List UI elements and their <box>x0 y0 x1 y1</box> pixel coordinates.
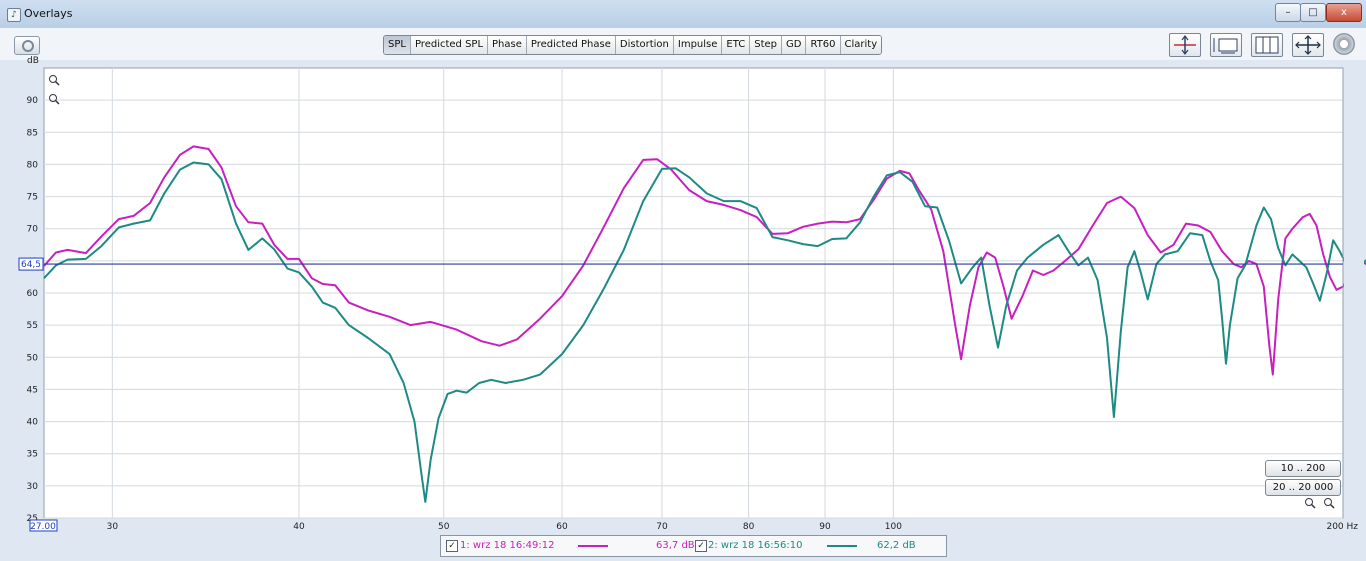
x-tick-label: 80 <box>743 522 755 532</box>
y-tick-label: 80 <box>27 160 39 170</box>
y-tick-label: 85 <box>27 128 38 138</box>
y-tick-label: 30 <box>27 482 39 492</box>
series2-label: 2: wrz 18 16:56:10 <box>708 540 803 551</box>
x-tick-label: 70 <box>656 522 668 532</box>
series1-swatch <box>578 545 608 547</box>
x-end-label: 200 Hz <box>1326 522 1358 532</box>
series2-checkbox[interactable]: ✓ <box>695 540 707 552</box>
spl-chart[interactable]: 2530354045505560657075808590304050607080… <box>0 0 1366 561</box>
y-tick-label: 75 <box>27 193 38 203</box>
y-tick-label: 35 <box>27 450 38 460</box>
x-tick-label: 50 <box>438 522 450 532</box>
x-tick-label: 30 <box>107 522 119 532</box>
series2-swatch <box>827 545 857 547</box>
y-tick-label: 60 <box>27 289 39 299</box>
series1-value: 63,7 dB <box>656 540 695 551</box>
plot-right-mask <box>1344 66 1364 520</box>
series2-value: 62,2 dB <box>877 540 916 551</box>
y-tick-label: 40 <box>27 418 39 428</box>
x-zoom-out-icon[interactable] <box>1323 497 1335 509</box>
x-tick-label: 100 <box>885 522 902 532</box>
x-start-label: 27.00 <box>30 522 56 532</box>
legend: ✓ 1: wrz 18 16:49:12 63,7 dB ✓ 2: wrz 18… <box>440 535 947 557</box>
range-10-200-button[interactable]: 10 .. 200 <box>1265 460 1341 477</box>
zoom-out-icon[interactable] <box>48 93 60 105</box>
range-20-20000-button[interactable]: 20 .. 20 000 <box>1265 479 1341 496</box>
series1-checkbox[interactable]: ✓ <box>446 540 458 552</box>
series1-label: 1: wrz 18 16:49:12 <box>460 540 555 551</box>
y-tick-label: 70 <box>27 225 39 235</box>
y-tick-label: 90 <box>27 96 39 106</box>
y-tick-label: 55 <box>27 321 38 331</box>
x-tick-label: 60 <box>556 522 568 532</box>
y-tick-label: 45 <box>27 385 38 395</box>
x-zoom-in-icon[interactable] <box>1304 497 1316 509</box>
zoom-in-icon[interactable] <box>48 74 60 86</box>
x-tick-label: 90 <box>819 522 831 532</box>
cursor-value-label: 64,5 <box>21 260 41 270</box>
x-tick-label: 40 <box>293 522 305 532</box>
y-tick-label: 50 <box>27 353 39 363</box>
